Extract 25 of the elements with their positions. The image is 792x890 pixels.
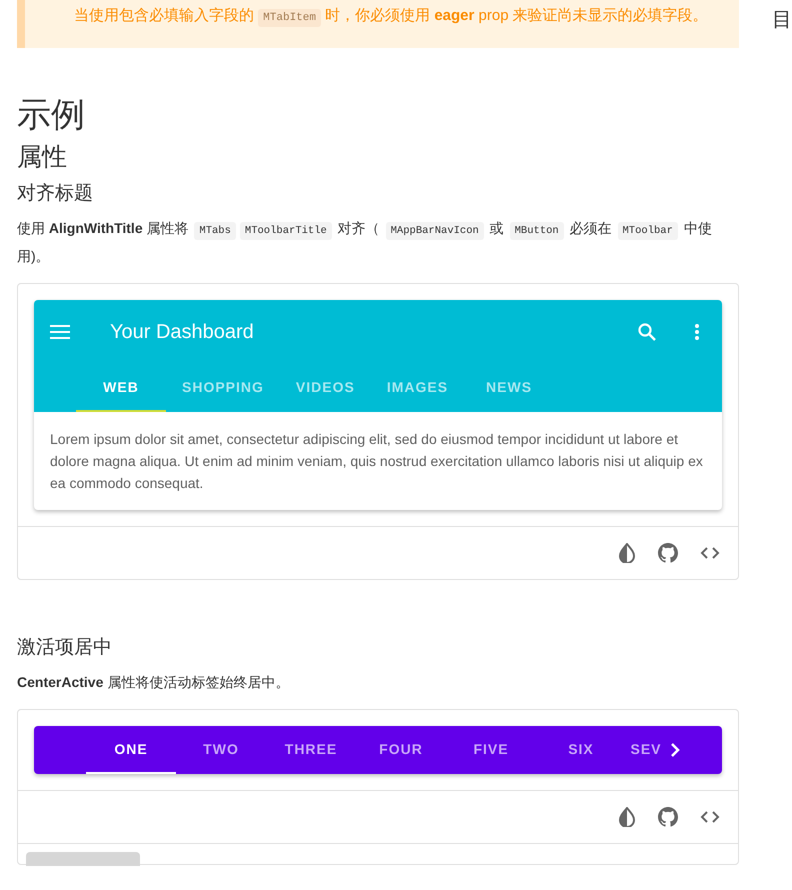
contrast-icon[interactable] <box>618 807 636 827</box>
description-text: CenterActive 属性将使活动标签始终居中。 <box>17 673 290 692</box>
toolbar-title: Your Dashboard <box>110 320 255 344</box>
chevron-right-icon[interactable] <box>670 743 680 757</box>
example-heading: 对齐标题 <box>17 182 94 206</box>
description-text: 使用 AlignWithTitle 属性将 MTabs MToolbarTitle 对齐（ MAppBarNavIcon 或 MButton 必须在 MToolbar 中使用)。 <box>17 219 713 266</box>
warning-alert: 当使用包含必填输入字段的 MTabItem 时，你必须使用 eager prop 来验证尚未显示的必填字段。 <box>17 0 739 48</box>
code-icon[interactable] <box>700 810 720 824</box>
contrast-icon[interactable] <box>618 543 636 563</box>
tab[interactable]: SIX <box>536 726 626 774</box>
github-icon[interactable] <box>658 807 678 827</box>
tab[interactable]: WEB <box>76 364 166 412</box>
github-icon[interactable] <box>658 543 678 563</box>
tab[interactable]: THREE <box>266 726 356 774</box>
lorem-text: Lorem ipsum dolor sit amet, consectetur adipiscing elit, sed do eiusmod tempor incididunt ut labore et dolore magna aliqua. Ut enim ad minim veniam, quis nostrud exercitation ullamco laboris nisi ut aliquip ex ea commodo consequat. <box>49 430 704 493</box>
code-icon[interactable] <box>700 546 720 560</box>
subsection-heading: 属性 <box>17 142 68 173</box>
tab[interactable]: SEV <box>626 726 666 774</box>
toc-label: 目 <box>772 8 792 33</box>
tab[interactable]: FIVE <box>446 726 536 774</box>
example-heading: 激活项居中 <box>17 636 113 660</box>
section-heading: 示例 <box>17 95 86 136</box>
tab[interactable]: FOUR <box>356 726 446 774</box>
tab[interactable]: ONE <box>86 726 176 774</box>
tab[interactable]: TWO <box>176 726 266 774</box>
